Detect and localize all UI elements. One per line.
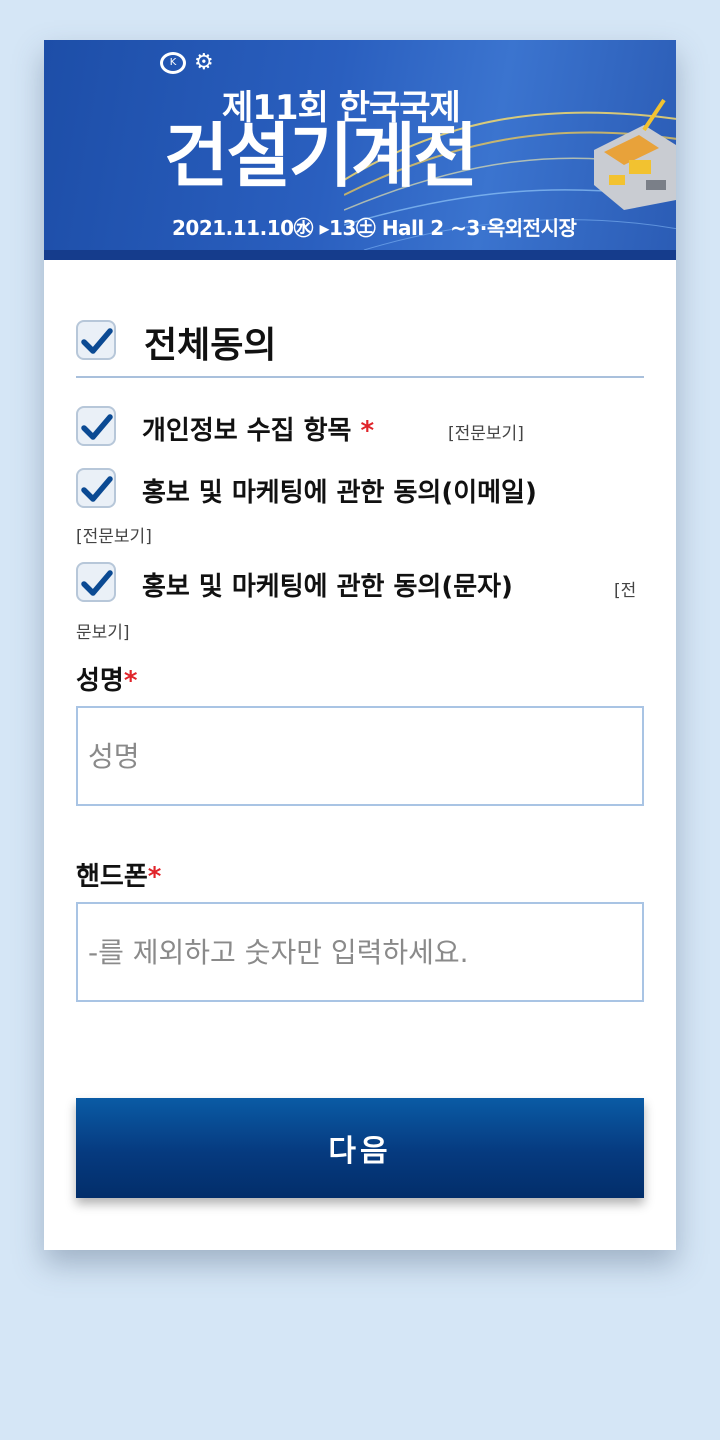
- consent-privacy-checkbox[interactable]: [76, 406, 116, 446]
- required-mark: *: [147, 862, 162, 892]
- consent-sms-checkbox[interactable]: [76, 562, 116, 602]
- consent-sms-view-link-end[interactable]: 문보기]: [76, 618, 130, 643]
- consent-email-view-link[interactable]: [전문보기]: [76, 522, 152, 547]
- association-logo-icon: ⚙: [194, 50, 214, 75]
- phone-field-label: 핸드폰*: [76, 856, 161, 893]
- construction-site-illustration: [594, 98, 676, 210]
- consent-email-label: 홍보 및 마케팅에 관한 동의(이메일): [142, 478, 537, 508]
- agree-divider: [76, 376, 644, 378]
- next-button[interactable]: 다음: [76, 1098, 644, 1198]
- consent-sms-view-link-start[interactable]: [전: [614, 576, 636, 601]
- consent-email-checkbox[interactable]: [76, 468, 116, 508]
- registration-card: K ⚙ 제11회 한국국제 건설기계전 2021.11.10㊌ ▸13㊏ Hal…: [44, 40, 676, 1250]
- name-label-text: 성명: [76, 666, 124, 696]
- consent-privacy-text: 개인정보 수집 항목: [142, 416, 352, 446]
- name-input[interactable]: [76, 706, 644, 806]
- name-field-label: 성명*: [76, 660, 137, 697]
- consent-sms-label: 홍보 및 마케팅에 관한 동의(문자): [142, 572, 513, 602]
- required-mark: *: [360, 416, 375, 446]
- checkmark-icon: [81, 570, 113, 596]
- agree-all-checkbox[interactable]: [76, 320, 116, 360]
- event-banner: K ⚙ 제11회 한국국제 건설기계전 2021.11.10㊌ ▸13㊏ Hal…: [44, 40, 676, 260]
- agree-all-label: 전체동의: [144, 325, 277, 366]
- phone-label-text: 핸드폰: [76, 862, 148, 892]
- banner-bottom-stripe: [44, 250, 676, 260]
- checkmark-icon: [81, 414, 113, 440]
- banner-dates: 2021.11.10㊌ ▸13㊏ Hall 2 ~3·옥외전시장: [172, 216, 577, 240]
- required-mark: *: [123, 666, 138, 696]
- banner-title: 건설기계전: [164, 115, 478, 197]
- exhibition-logo-icon: K: [160, 52, 186, 74]
- checkmark-icon: [81, 328, 113, 354]
- consent-privacy-view-link[interactable]: [전문보기]: [448, 419, 524, 444]
- consent-privacy-label: 개인정보 수집 항목 *: [142, 410, 374, 447]
- checkmark-icon: [81, 476, 113, 502]
- phone-input[interactable]: [76, 902, 644, 1002]
